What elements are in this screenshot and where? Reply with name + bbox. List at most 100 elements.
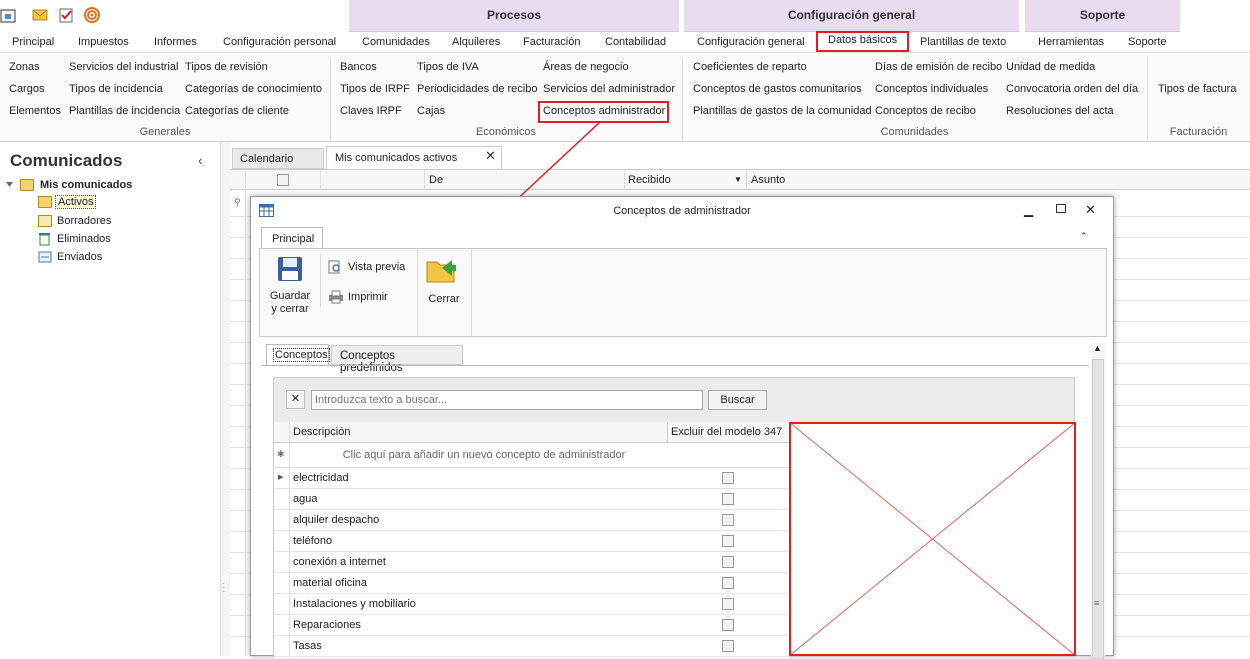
filter-icon[interactable]: ⚲ [234,197,241,208]
tab-impuestos[interactable]: Impuestos [70,34,137,51]
scroll-up-icon[interactable]: ▲ [1093,343,1102,353]
grid-col-recibido[interactable]: Recibido [628,174,671,186]
ribbon-item-tipos-incidencia[interactable]: Tipos de incidencia [69,83,163,95]
preview-button[interactable]: Vista previa [348,261,405,273]
col-descripcion[interactable]: Descripción [293,426,350,438]
ribbon-item-servicios-administrador[interactable]: Servicios del administrador [543,83,675,95]
ribbon-item-tipos-irpf[interactable]: Tipos de IRPF [340,83,410,95]
ribbon-item-plantillas-gastos[interactable]: Plantillas de gastos de la comunidad [693,105,872,117]
table-row[interactable]: ▶ electricidad [274,468,789,489]
close-button[interactable]: Cerrar [420,253,468,313]
nav-item-enviados[interactable]: Enviados [57,251,102,263]
ribbon-item-bancos[interactable]: Bancos [340,61,377,73]
tab-principal[interactable]: Principal [4,34,62,51]
table-row[interactable]: teléfono [274,531,789,552]
minimize-icon[interactable]: ▁ [1024,203,1033,217]
nav-item-borradores[interactable]: Borradores [57,215,111,227]
tab-facturacion[interactable]: Facturación [515,34,588,51]
search-input[interactable] [311,390,703,410]
tab-herramientas[interactable]: Herramientas [1030,34,1112,51]
clear-search-icon[interactable]: ✕ [286,390,305,409]
tab-plantillas-de-texto[interactable]: Plantillas de texto [912,34,1014,51]
table-row[interactable]: material oficina [274,573,789,594]
tab-alquileres[interactable]: Alquileres [444,34,508,51]
tab-conceptos[interactable]: Conceptos [266,344,330,366]
vertical-scrollbar[interactable]: ▲ ≡ [1091,343,1105,659]
doc-tab-mis-comunicados[interactable]: Mis comunicados activos [326,146,502,169]
ribbon-item-coeficientes[interactable]: Coeficientes de reparto [693,61,807,73]
ribbon-item-claves-irpf[interactable]: Claves IRPF [340,105,402,117]
exclude-checkbox[interactable] [722,619,734,631]
ribbon-item-resoluciones[interactable]: Resoluciones del acta [1006,105,1114,117]
ribbon-item-cargos[interactable]: Cargos [9,83,44,95]
tab-configuracion-personal[interactable]: Configuración personal [215,34,344,51]
row-description: Reparaciones [293,619,361,631]
maximize-icon[interactable] [1056,204,1066,213]
save-and-close-button[interactable]: Guardar y cerrar [264,253,316,317]
exclude-checkbox[interactable] [722,535,734,547]
sort-dropdown-icon[interactable]: ▼ [734,175,742,184]
nav-item-eliminados[interactable]: Eliminados [57,233,111,245]
exclude-checkbox[interactable] [722,577,734,589]
grid-col-asunto[interactable]: Asunto [751,174,785,186]
exclude-checkbox[interactable] [722,472,734,484]
tab-datos-basicos[interactable]: Datos básicos [816,31,910,52]
table-row[interactable]: Instalaciones y mobiliario [274,594,789,615]
doc-tab-calendario[interactable]: Calendario [232,148,324,169]
mail-icon[interactable] [32,7,48,23]
dialog-tab-principal[interactable]: Principal [261,227,323,249]
tab-informes[interactable]: Informes [146,34,205,51]
home-icon[interactable] [0,7,16,23]
col-excluir-347[interactable]: Excluir del modelo 347 [671,426,782,438]
exclude-checkbox[interactable] [722,493,734,505]
nav-item-activos[interactable]: Activos [55,195,97,209]
collapse-ribbon-icon[interactable]: ⌃ [1080,231,1088,242]
checklist-icon[interactable] [58,7,74,23]
table-row[interactable]: conexión a internet [274,552,789,573]
collapse-chevron-icon[interactable]: ‹ [198,152,203,168]
ribbon-item-tipos-factura[interactable]: Tipos de factura [1158,83,1236,95]
ribbon-item-conceptos-individuales[interactable]: Conceptos individuales [875,83,988,95]
grid-header-checkbox[interactable] [277,174,289,186]
table-row[interactable]: Reparaciones [274,615,789,636]
exclude-checkbox[interactable] [722,640,734,652]
search-button[interactable]: Buscar [708,390,767,410]
exclude-checkbox[interactable] [722,514,734,526]
exclude-checkbox[interactable] [722,556,734,568]
tab-configuracion-general[interactable]: Configuración general [689,34,813,51]
ribbon-item-tipos-revision[interactable]: Tipos de revisión [185,61,268,73]
close-icon[interactable]: ✕ [1085,202,1096,218]
tab-contabilidad[interactable]: Contabilidad [597,34,674,51]
tab-comunidades[interactable]: Comunidades [354,34,438,51]
tab-conceptos-predefinidos[interactable]: Conceptos predefinidos [331,345,463,374]
ribbon-item-servicios-industrial[interactable]: Servicios del industrial [69,61,178,73]
ribbon-item-areas-negocio[interactable]: Áreas de negocio [543,61,629,73]
close-icon[interactable]: ✕ [485,148,496,164]
nav-root-mis-comunicados[interactable]: Mis comunicados [40,179,132,191]
splitter[interactable]: · · · [220,142,230,656]
exclude-checkbox[interactable] [722,598,734,610]
ribbon-item-tipos-iva[interactable]: Tipos de IVA [417,61,479,73]
ribbon-item-plantillas-incidencia[interactable]: Plantillas de incidencia [69,105,180,117]
ribbon-item-periodicidades[interactable]: Periodicidades de recibo [417,83,537,95]
ribbon-item-categorias-cliente[interactable]: Categorías de cliente [185,105,289,117]
tab-soporte[interactable]: Soporte [1120,34,1175,51]
ribbon-item-dias-emision[interactable]: Días de emisión de recibo [875,61,1002,73]
table-row[interactable]: Tasas [274,636,789,657]
ribbon-item-conceptos-recibo[interactable]: Conceptos de recibo [875,105,976,117]
new-row[interactable]: ✱ Clic aquí para añadir un nuevo concept… [274,443,789,468]
print-button[interactable]: Imprimir [348,291,388,303]
ribbon-item-elementos[interactable]: Elementos [9,105,61,117]
table-row[interactable]: agua [274,489,789,510]
scroll-thumb[interactable] [1092,359,1104,659]
ribbon-item-categorias-conocimiento[interactable]: Categorías de conocimiento [185,83,322,95]
rss-icon[interactable] [84,7,100,23]
ribbon-item-zonas[interactable]: Zonas [9,61,40,73]
ribbon-item-cajas[interactable]: Cajas [417,105,445,117]
ribbon-item-conceptos-gastos[interactable]: Conceptos de gastos comunitarios [693,83,862,95]
ribbon-item-convocatoria[interactable]: Convocatoria orden del día [1006,83,1138,95]
table-row[interactable]: alquiler despacho [274,510,789,531]
grid-col-de[interactable]: De [429,174,443,186]
ribbon-item-unidad-medida[interactable]: Unidad de medida [1006,61,1095,73]
tree-expand-icon[interactable] [5,180,14,189]
